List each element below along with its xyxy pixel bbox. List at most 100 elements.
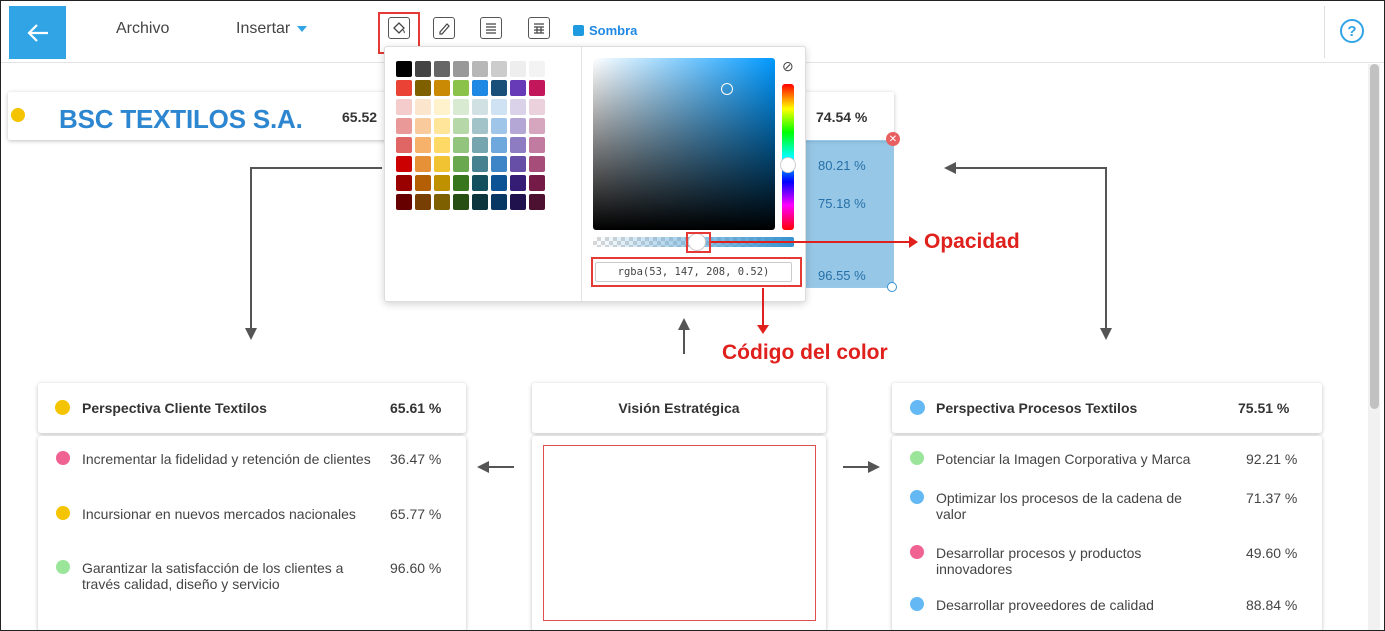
color-swatch[interactable] (434, 194, 450, 210)
arrow-left-icon (944, 162, 956, 174)
color-swatch[interactable] (510, 99, 526, 115)
card-procesos-title: Perspectiva Procesos Textilos (936, 400, 1138, 416)
sombra-toggle[interactable]: Sombra (573, 23, 637, 38)
color-swatch[interactable] (434, 99, 450, 115)
menu-archivo[interactable]: Archivo (116, 20, 169, 38)
color-swatch[interactable] (529, 118, 545, 134)
color-swatch[interactable] (415, 175, 431, 191)
list-item-value: 65.77 % (390, 506, 442, 522)
color-swatch[interactable] (472, 99, 488, 115)
color-swatch[interactable] (529, 61, 545, 77)
list-item-text[interactable]: Incursionar en nuevos mercados nacionale… (82, 506, 372, 522)
saturation-area[interactable] (593, 58, 775, 230)
color-swatch[interactable] (529, 80, 545, 96)
hue-knob[interactable] (780, 157, 796, 173)
line-color-button[interactable] (433, 17, 455, 39)
color-swatch[interactable] (453, 194, 469, 210)
color-swatch[interactable] (434, 118, 450, 134)
color-swatch[interactable] (434, 175, 450, 191)
color-swatch[interactable] (510, 156, 526, 172)
color-swatch[interactable] (491, 194, 507, 210)
color-swatch[interactable] (453, 99, 469, 115)
arrow-left-icon (26, 23, 48, 42)
color-swatch[interactable] (453, 80, 469, 96)
color-code-highlight (591, 257, 802, 287)
color-swatch[interactable] (472, 118, 488, 134)
color-swatch[interactable] (472, 194, 488, 210)
color-swatch[interactable] (472, 156, 488, 172)
color-swatch[interactable] (529, 175, 545, 191)
menu-insertar[interactable]: Insertar (236, 20, 307, 38)
color-swatch[interactable] (472, 80, 488, 96)
color-swatch[interactable] (415, 194, 431, 210)
color-swatch[interactable] (491, 80, 507, 96)
color-swatch[interactable] (491, 99, 507, 115)
connector-line (843, 466, 869, 468)
color-swatch[interactable] (491, 61, 507, 77)
back-button[interactable] (9, 6, 66, 59)
color-swatch[interactable] (453, 137, 469, 153)
color-swatch[interactable] (491, 156, 507, 172)
color-swatch[interactable] (396, 80, 412, 96)
list-item-text[interactable]: Optimizar los procesos de la cadena de v… (936, 490, 1216, 522)
color-swatch[interactable] (491, 137, 507, 153)
color-swatch[interactable] (472, 137, 488, 153)
color-swatch[interactable] (510, 137, 526, 153)
text-align-button[interactable] (480, 17, 502, 39)
vision-content-box[interactable] (543, 445, 816, 621)
color-swatch[interactable] (491, 118, 507, 134)
color-swatch[interactable] (510, 118, 526, 134)
color-swatch[interactable] (529, 156, 545, 172)
color-swatch[interactable] (415, 118, 431, 134)
color-swatch[interactable] (529, 194, 545, 210)
color-swatch[interactable] (453, 175, 469, 191)
color-swatch[interactable] (529, 137, 545, 153)
resize-handle[interactable] (887, 282, 897, 292)
checkbox-icon (573, 25, 584, 36)
color-swatch[interactable] (453, 61, 469, 77)
color-swatch[interactable] (396, 61, 412, 77)
color-swatch[interactable] (396, 137, 412, 153)
color-swatch[interactable] (529, 99, 545, 115)
color-swatch[interactable] (491, 175, 507, 191)
help-icon[interactable]: ? (1340, 19, 1364, 43)
divider (581, 47, 582, 301)
close-icon[interactable]: ✕ (886, 132, 900, 146)
color-swatch[interactable] (510, 194, 526, 210)
color-swatch[interactable] (472, 61, 488, 77)
table-format-button[interactable] (528, 17, 550, 39)
color-swatch[interactable] (396, 99, 412, 115)
bsc-title: BSC TEXTILOS S.A. (59, 104, 303, 134)
table-icon (534, 23, 544, 34)
color-swatch[interactable] (453, 118, 469, 134)
color-swatch[interactable] (434, 80, 450, 96)
color-swatch[interactable] (453, 156, 469, 172)
color-swatch[interactable] (396, 194, 412, 210)
color-swatch[interactable] (510, 175, 526, 191)
color-swatch[interactable] (415, 80, 431, 96)
color-swatch[interactable] (415, 156, 431, 172)
list-item-text[interactable]: Potenciar la Imagen Corporativa y Marca (936, 451, 1216, 467)
color-swatch[interactable] (510, 61, 526, 77)
color-swatch[interactable] (396, 175, 412, 191)
header-value-right: 74.54 % (816, 109, 868, 125)
color-swatch[interactable] (415, 61, 431, 77)
list-item-value: 49.60 % (1246, 545, 1298, 561)
list-item-text[interactable]: Incrementar la fidelidad y retención de … (82, 451, 372, 467)
color-swatch[interactable] (434, 137, 450, 153)
color-swatch[interactable] (415, 99, 431, 115)
scrollbar-thumb[interactable] (1370, 64, 1379, 409)
list-item-text[interactable]: Desarrollar proveedores de calidad (936, 597, 1216, 613)
color-swatch[interactable] (415, 137, 431, 153)
list-item-text[interactable]: Garantizar la satisfacción de los client… (82, 560, 372, 592)
annotation-line (762, 288, 764, 326)
list-item-text[interactable]: Desarrollar procesos y productos innovad… (936, 545, 1216, 577)
clear-color-icon[interactable]: ⊘ (782, 58, 794, 75)
color-swatch[interactable] (472, 175, 488, 191)
color-swatch[interactable] (396, 156, 412, 172)
color-swatch[interactable] (434, 61, 450, 77)
color-swatch[interactable] (434, 156, 450, 172)
color-swatch[interactable] (396, 118, 412, 134)
color-swatch[interactable] (510, 80, 526, 96)
saturation-knob[interactable] (721, 83, 733, 95)
